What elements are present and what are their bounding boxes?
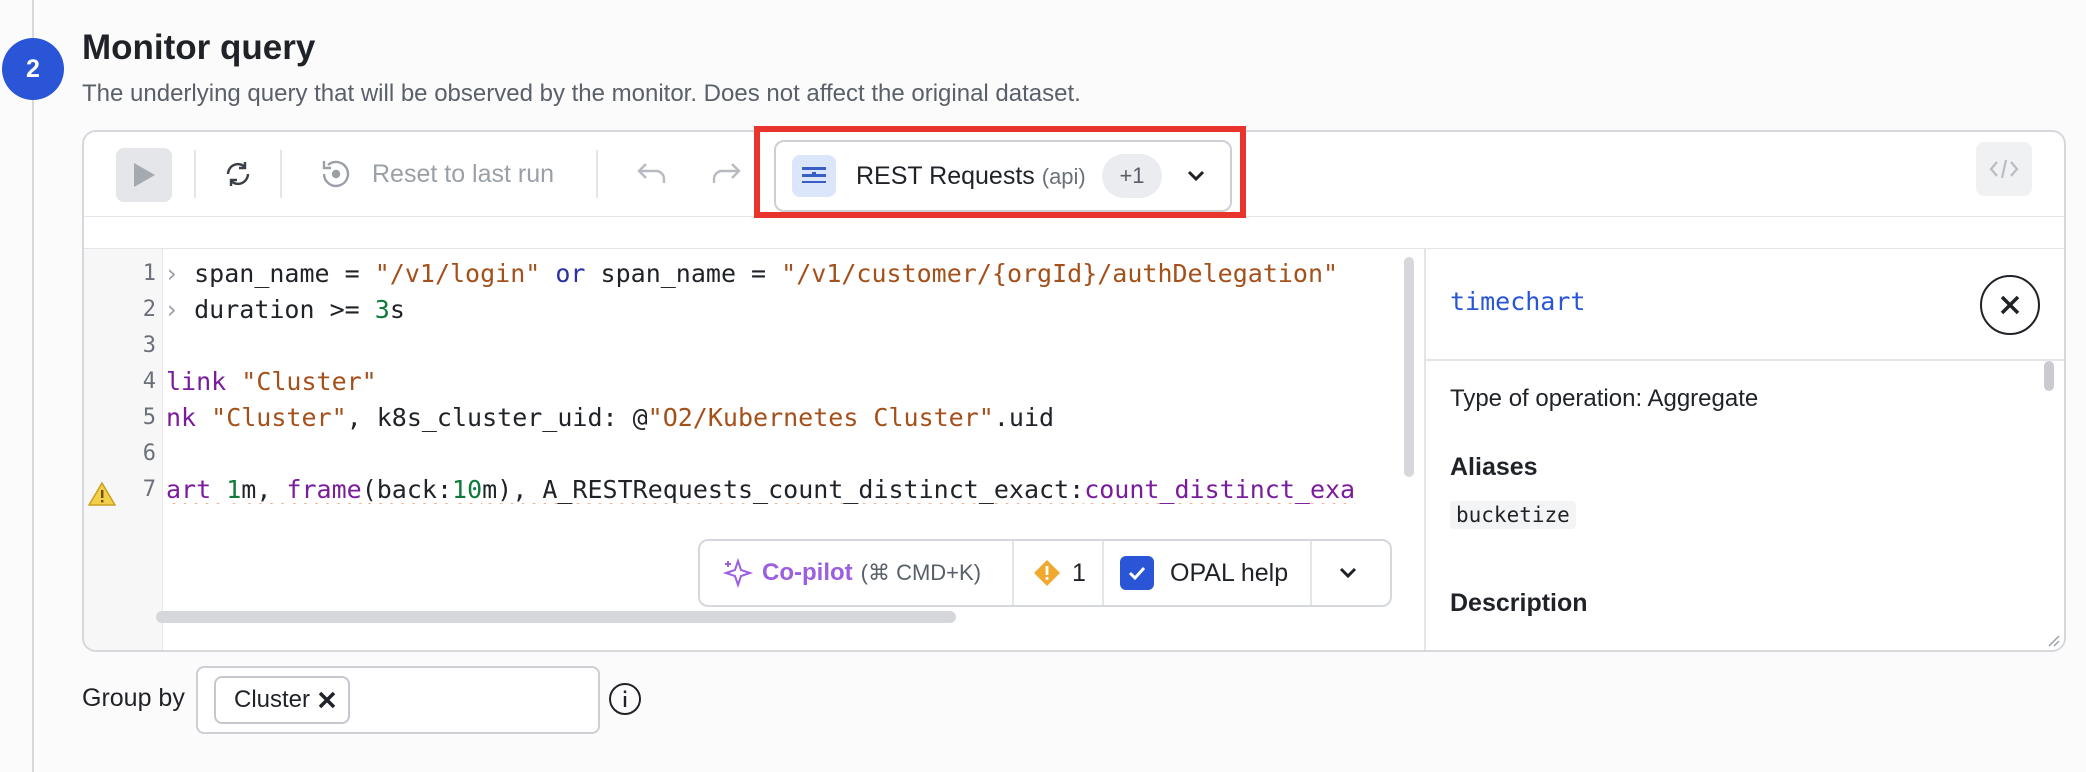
section-title: Monitor query bbox=[82, 28, 316, 67]
docs-operation-type: Type of operation: Aggregate bbox=[1450, 385, 1759, 412]
dataset-table-icon bbox=[792, 155, 836, 197]
horizontal-scrollbar[interactable] bbox=[156, 611, 956, 623]
warning-diamond-icon bbox=[1034, 560, 1060, 586]
code-line: nk "Cluster", k8s_cluster_uid: @"O2/Kube… bbox=[166, 403, 1055, 432]
redo-button[interactable] bbox=[706, 154, 746, 194]
dataset-name: REST Requests (api) bbox=[856, 162, 1086, 190]
close-docs-button[interactable] bbox=[1980, 275, 2040, 335]
docs-function-name: timechart bbox=[1450, 287, 1586, 316]
refresh-button[interactable] bbox=[218, 154, 258, 194]
query-editor: Reset to last run REST Requests (api) +1 bbox=[82, 130, 2066, 652]
timeline-line bbox=[32, 0, 34, 772]
docs-aliases-heading: Aliases bbox=[1450, 453, 1538, 481]
dataset-subtitle: (api) bbox=[1041, 164, 1086, 189]
copilot-bar: Co-pilot (⌘ CMD+K) 1 OPAL help bbox=[698, 539, 1392, 607]
code-view-button[interactable] bbox=[1976, 142, 2032, 196]
line-number: 6 bbox=[142, 441, 156, 466]
copilot-menu-button[interactable] bbox=[1334, 541, 1362, 605]
play-icon bbox=[134, 163, 155, 187]
redo-icon bbox=[712, 163, 741, 183]
docs-scrollbar[interactable] bbox=[2044, 361, 2054, 391]
line-number: 4 bbox=[142, 369, 156, 394]
code-editor[interactable]: 1 2 3 4 5 6 7 › span_name = "/v1/login" … bbox=[84, 248, 1424, 650]
docs-panel: timechart Type of operation: Aggregate A… bbox=[1424, 248, 2064, 650]
reset-icon bbox=[322, 160, 350, 188]
sparkle-icon bbox=[722, 557, 754, 589]
vertical-scrollbar[interactable] bbox=[1404, 257, 1414, 477]
group-by-chip[interactable]: Cluster bbox=[214, 676, 351, 724]
code-line: › duration >= 3s bbox=[164, 295, 405, 324]
checkbox-checked-icon[interactable] bbox=[1120, 556, 1154, 590]
line-number: 3 bbox=[142, 333, 156, 358]
code-line: › span_name = "/v1/login" or span_name =… bbox=[164, 259, 1339, 288]
reset-button[interactable] bbox=[316, 154, 356, 194]
code-line: link "Cluster" bbox=[166, 367, 377, 396]
section-subtitle: The underlying query that will be observ… bbox=[82, 80, 1081, 107]
dataset-selector[interactable]: REST Requests (api) +1 bbox=[774, 140, 1232, 212]
step-number-badge: 2 bbox=[2, 38, 64, 100]
dataset-extra-count: +1 bbox=[1102, 154, 1162, 198]
line-number: 1 bbox=[142, 261, 156, 286]
x-icon[interactable] bbox=[316, 689, 338, 711]
run-query-button[interactable] bbox=[116, 148, 172, 202]
chevron-down-icon[interactable] bbox=[1182, 162, 1210, 190]
docs-alias: bucketize bbox=[1450, 501, 1576, 529]
reset-to-last-run-label[interactable]: Reset to last run bbox=[372, 160, 554, 189]
close-icon bbox=[2000, 295, 2020, 315]
group-by-input[interactable]: Cluster bbox=[196, 666, 600, 734]
undo-icon bbox=[637, 163, 666, 183]
docs-header: timechart bbox=[1426, 249, 2064, 361]
code-line: art 1m, frame(back:10m), A_RESTRequests_… bbox=[166, 475, 1356, 504]
line-number: 7 bbox=[142, 477, 156, 502]
opal-help-toggle[interactable]: OPAL help bbox=[1120, 541, 1288, 605]
line-number: 2 bbox=[142, 297, 156, 322]
resize-handle-icon[interactable] bbox=[2044, 631, 2060, 647]
toolbar-divider bbox=[280, 150, 282, 198]
editor-toolbar: Reset to last run REST Requests (api) +1 bbox=[84, 132, 2064, 217]
code-icon bbox=[1989, 159, 2019, 179]
line-number: 5 bbox=[142, 405, 156, 430]
toolbar-divider bbox=[194, 150, 196, 198]
toolbar-divider bbox=[596, 150, 598, 198]
chevron-down-icon bbox=[1339, 567, 1357, 579]
group-by-label: Group by bbox=[82, 684, 185, 712]
warnings-button[interactable]: 1 bbox=[1032, 541, 1086, 605]
undo-button[interactable] bbox=[632, 154, 672, 194]
warning-triangle-icon bbox=[88, 481, 116, 506]
refresh-icon bbox=[226, 162, 250, 186]
info-icon[interactable] bbox=[608, 682, 642, 716]
docs-description-heading: Description bbox=[1450, 589, 1588, 617]
copilot-button[interactable]: Co-pilot (⌘ CMD+K) bbox=[722, 541, 981, 605]
line-gutter: 1 2 3 4 5 6 7 bbox=[84, 249, 163, 650]
